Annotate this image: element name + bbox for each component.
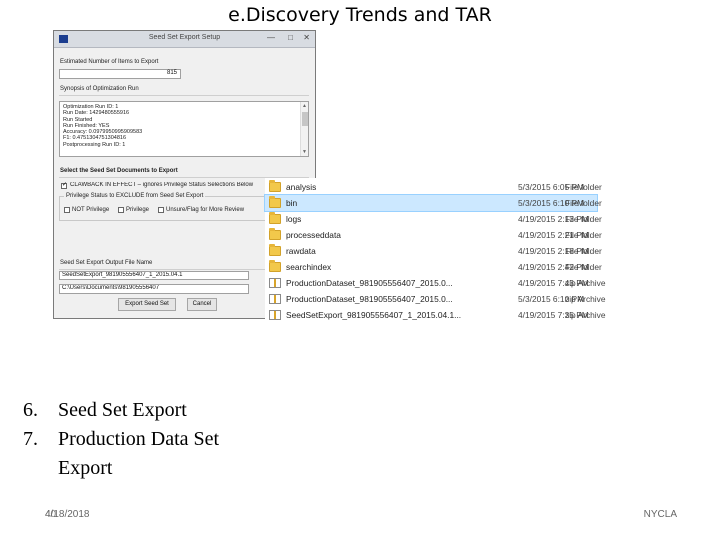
- file-name: ProductionDataset_981905556407_2015.0...: [286, 278, 453, 288]
- file-type: zip Archive: [565, 310, 606, 320]
- synopsis-lines: Optimization Run ID: 1 Run Date: 1429480…: [63, 104, 142, 148]
- file-type: zip Archive: [565, 278, 606, 288]
- file-row[interactable]: rawdata 4/19/2015 2:18 PM File folder: [265, 243, 602, 259]
- maximize-icon[interactable]: □: [288, 33, 293, 43]
- close-icon[interactable]: ✕: [303, 33, 310, 43]
- footer-org: NYCLA: [643, 509, 677, 520]
- synopsis-label: Synopsis of Optimization Run: [60, 86, 139, 92]
- synopsis-scrollbar[interactable]: ▲ ▼: [300, 102, 308, 156]
- privilege-group-label: Privilege Status to EXCLUDE from Seed Se…: [64, 193, 206, 200]
- not-privilege-checkbox[interactable]: [64, 207, 70, 213]
- folder-icon: [269, 180, 281, 192]
- not-privilege-label: NOT Privilege: [72, 207, 110, 213]
- file-type: File folder: [565, 198, 602, 208]
- file-row[interactable]: analysis 5/3/2015 6:05 PM File folder: [265, 179, 602, 195]
- file-name: processeddata: [286, 230, 341, 240]
- estimated-items-field[interactable]: 815: [59, 69, 181, 79]
- folder-icon: [269, 244, 281, 256]
- file-name: bin: [286, 198, 298, 208]
- output-file-label: Seed Set Export Output File Name: [60, 260, 153, 266]
- folder-icon: [269, 212, 281, 224]
- file-type: zip Archive: [565, 294, 606, 304]
- minimize-icon[interactable]: —: [267, 33, 275, 43]
- zip-archive-icon: [269, 310, 281, 320]
- scroll-up-icon[interactable]: ▲: [302, 103, 307, 109]
- folder-icon: [269, 260, 281, 272]
- unsure-checkbox[interactable]: [158, 207, 164, 213]
- divider: [59, 95, 309, 96]
- privilege-label: Privilege: [126, 207, 150, 213]
- file-row[interactable]: processeddata 4/19/2015 2:21 PM File fol…: [265, 227, 602, 243]
- file-name: SeedSetExport_981905556407_1_2015.04.1..…: [286, 310, 462, 320]
- bullet-text: Seed Set Export: [58, 399, 187, 421]
- scroll-thumb[interactable]: [302, 112, 308, 126]
- output-path-field[interactable]: C:\Users\Documents\981905556407: [59, 284, 249, 294]
- file-row[interactable]: ProductionDataset_981905556407_2015.0...…: [265, 275, 606, 291]
- cancel-button[interactable]: Cancel: [187, 298, 217, 311]
- folder-icon: [269, 196, 281, 208]
- synopsis-textarea[interactable]: Optimization Run ID: 1 Run Date: 1429480…: [59, 101, 309, 157]
- file-row[interactable]: ProductionDataset_981905556407_2015.0...…: [265, 291, 606, 307]
- file-row-selected[interactable]: bin 5/3/2015 6:10 PM File folder: [264, 194, 602, 212]
- slide-title: e.Discovery Trends and TAR: [228, 4, 492, 26]
- bullet-number: 6.: [23, 399, 38, 421]
- synopsis-line: Postprocessing Run ID: 1: [63, 141, 126, 148]
- file-name: ProductionDataset_981905556407_2015.0...: [286, 294, 453, 304]
- file-row[interactable]: SeedSetExport_981905556407_1_2015.04.1..…: [265, 307, 606, 323]
- folder-icon: [269, 228, 281, 240]
- export-seed-set-button[interactable]: Export Seed Set: [118, 298, 176, 311]
- estimated-items-label: Estimated Number of Items to Export: [60, 59, 159, 65]
- file-type: File folder: [565, 246, 602, 256]
- file-type: File folder: [565, 262, 602, 272]
- file-name: analysis: [286, 182, 317, 192]
- clawback-checkbox[interactable]: [61, 181, 67, 189]
- file-row[interactable]: searchindex 4/19/2015 2:42 PM File folde…: [265, 259, 602, 275]
- file-type: File folder: [565, 214, 602, 224]
- file-name: rawdata: [286, 246, 316, 256]
- unsure-label: Unsure/Flag for More Review: [166, 207, 245, 213]
- file-name: searchindex: [286, 262, 332, 272]
- bullet-text: Production Data Set Export: [58, 428, 220, 479]
- dialog-title: Seed Set Export Setup: [148, 34, 221, 41]
- bullet-item: 7. Production Data Set Export: [20, 425, 270, 483]
- file-type: File folder: [565, 182, 602, 192]
- scroll-down-icon[interactable]: ▼: [302, 149, 307, 155]
- bullet-item: 6. Seed Set Export: [20, 396, 300, 425]
- bullet-number: 7.: [23, 428, 38, 450]
- dialog-titlebar[interactable]: Seed Set Export Setup — □ ✕: [54, 31, 315, 48]
- bullet-list: 6. Seed Set Export 7. Production Data Se…: [20, 396, 300, 483]
- zip-archive-icon: [269, 278, 281, 288]
- footer-date: 4/18/2018: [45, 509, 90, 520]
- output-file-field[interactable]: SeedSetExport_981905556407_1_2015.04.1: [59, 271, 249, 280]
- file-row[interactable]: logs 4/19/2015 2:13 PM File folder: [265, 211, 602, 227]
- privilege-checkbox[interactable]: [118, 207, 124, 213]
- file-name: logs: [286, 214, 302, 224]
- file-list: analysis 5/3/2015 6:05 PM File folder bi…: [264, 178, 606, 323]
- zip-archive-icon: [269, 294, 281, 304]
- select-documents-label: Select the Seed Set Documents to Export: [60, 168, 178, 174]
- file-type: File folder: [565, 230, 602, 240]
